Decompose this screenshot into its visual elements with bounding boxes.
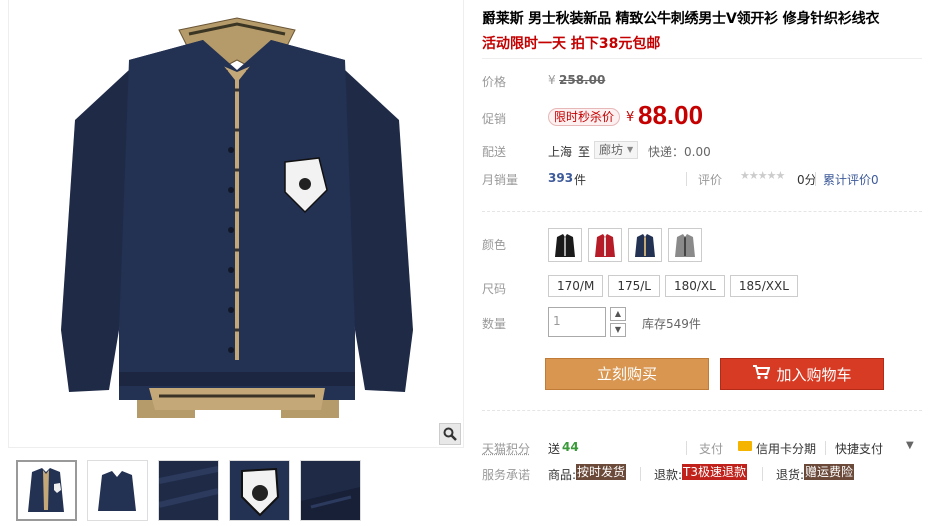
service-goods-badge[interactable]: 按时发货	[576, 464, 627, 480]
tmall-points-label[interactable]: 天猫积分	[482, 440, 530, 457]
credit-installment-text[interactable]: 信用卡分期	[756, 440, 816, 457]
monthly-sales-label: 月销量	[482, 173, 519, 187]
price-label: 价格	[482, 75, 507, 89]
product-gallery	[8, 0, 464, 526]
thumbnail-sweater-only[interactable]	[87, 460, 148, 521]
thumbnail-strip	[16, 460, 361, 521]
quantity-input[interactable]: 1	[548, 307, 606, 337]
rating-stars-icon: ★★★★★	[740, 169, 785, 182]
monthly-sales-count: 393	[548, 171, 574, 185]
main-product-image[interactable]	[8, 0, 464, 448]
destination-select[interactable]: 廊坊 ▼	[594, 141, 639, 159]
divider	[825, 441, 826, 455]
cardigan-illustration	[61, 17, 413, 418]
ship-to-word: 至	[578, 145, 591, 159]
zoom-icon[interactable]	[439, 423, 461, 445]
add-to-cart-button[interactable]: 加入购物车	[720, 358, 884, 390]
thumbnail-fabric-closeup[interactable]	[158, 460, 219, 521]
sale-label: 促销	[482, 112, 507, 126]
size-option[interactable]: 170/M	[548, 275, 604, 297]
size-option[interactable]: 185/XXL	[729, 275, 798, 297]
chevron-down-icon: ▼	[627, 145, 634, 154]
divider	[686, 172, 687, 186]
color-options	[548, 228, 702, 262]
ship-from: 上海	[548, 145, 573, 159]
sale-price: 88.00	[638, 100, 704, 130]
stock-text: 库存549件	[642, 317, 701, 331]
points-give-text: 送	[548, 442, 561, 456]
quantity-increase-icon[interactable]: ▲	[610, 307, 626, 321]
add-to-cart-label: 加入购物车	[776, 365, 852, 384]
monthly-sales-unit: 件	[574, 173, 587, 187]
service-return-key: 退货:	[776, 468, 805, 482]
destination-value: 廊坊	[599, 143, 624, 157]
flash-sale-badge: 限时秒杀价	[548, 108, 621, 126]
divider	[482, 410, 922, 411]
product-info: 爵莱斯 男士秋装新品 精致公牛刺绣男士V领开衫 修身针织衫线衣 活动限时一天 拍…	[482, 0, 930, 526]
thumbnail-cuff-closeup[interactable]	[300, 460, 361, 521]
divider	[686, 441, 687, 455]
chevron-down-icon[interactable]: ▼	[906, 440, 914, 451]
product-title: 爵莱斯 男士秋装新品 精致公牛刺绣男士V领开衫 修身针织衫线衣	[482, 11, 880, 27]
color-swatch-grey[interactable]	[668, 228, 702, 262]
color-label: 颜色	[482, 238, 507, 252]
review-label: 评价	[698, 173, 723, 187]
price-currency: ¥	[548, 73, 556, 87]
service-refund-key: 退款:	[654, 468, 683, 482]
total-reviews-link[interactable]: 累计评价0	[823, 171, 879, 188]
quick-pay-text[interactable]: 快捷支付	[835, 440, 883, 457]
service-refund-badge[interactable]: T3极速退款	[682, 464, 747, 480]
quantity-label: 数量	[482, 317, 507, 331]
payment-label: 支付	[699, 442, 724, 456]
color-swatch-black[interactable]	[548, 228, 582, 262]
credit-card-icon	[738, 441, 752, 451]
shipping-label: 配送	[482, 145, 507, 159]
color-swatch-red[interactable]	[588, 228, 622, 262]
divider	[640, 467, 641, 481]
quantity-decrease-icon[interactable]: ▼	[610, 323, 626, 337]
divider	[762, 467, 763, 481]
divider	[482, 58, 922, 59]
service-goods-key: 商品:	[548, 468, 577, 482]
shipping-fee: 快递：0.00	[648, 145, 711, 159]
promo-text: 活动限时一天 拍下38元包邮	[482, 36, 661, 52]
sale-currency: ¥	[626, 110, 635, 125]
size-option[interactable]: 180/XL	[664, 275, 725, 297]
size-label: 尺码	[482, 282, 507, 296]
cart-icon	[752, 364, 771, 384]
original-price: 258.00	[559, 73, 606, 87]
thumbnail-front[interactable]	[16, 460, 77, 521]
service-return-badge[interactable]: 赠运费险	[804, 464, 855, 480]
divider	[815, 172, 816, 186]
size-option[interactable]: 175/L	[608, 275, 660, 297]
rating-score: 0分	[797, 173, 817, 187]
color-swatch-navy[interactable]	[628, 228, 662, 262]
service-label: 服务承诺	[482, 468, 531, 482]
thumbnail-badge-closeup[interactable]	[229, 460, 290, 521]
size-options: 170/M 175/L 180/XL 185/XXL	[548, 275, 798, 297]
divider	[482, 211, 922, 212]
points-amount: 44	[562, 440, 579, 454]
buy-now-button[interactable]: 立刻购买	[545, 358, 709, 390]
